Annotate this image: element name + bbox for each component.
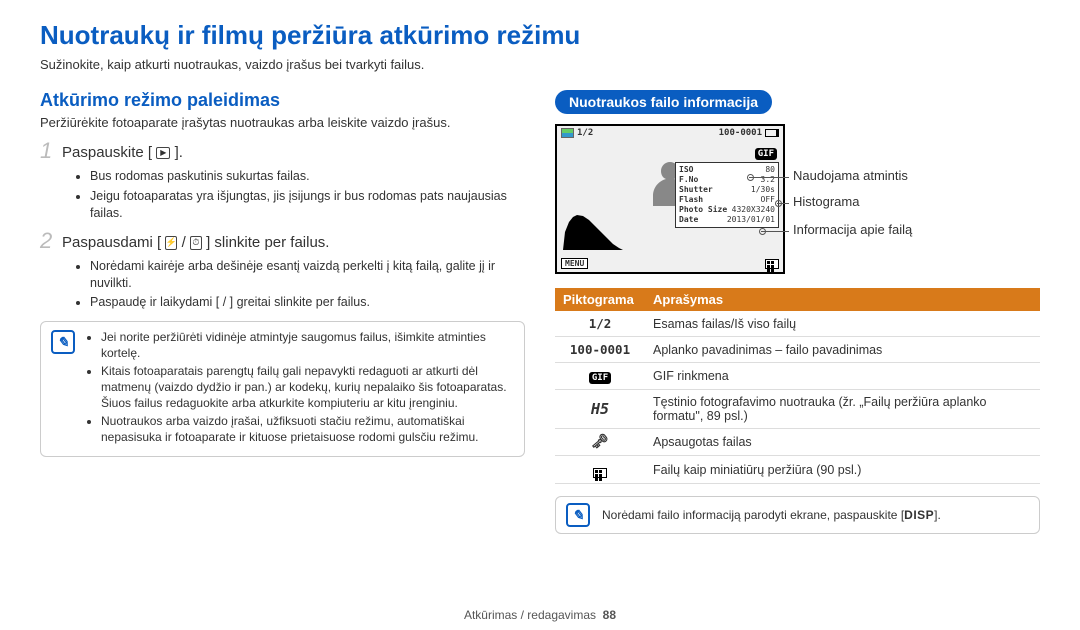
icon-cell: H5: [555, 390, 645, 429]
file-info-panel: ISO80 F.No3.2 Shutter1/30s FlashOFF Phot…: [675, 162, 779, 228]
callout-text-end: ].: [934, 508, 941, 522]
gif-icon: GIF: [589, 372, 611, 384]
table-row: H5 Tęstinio fotografavimo nuotrauka (žr.…: [555, 390, 1040, 429]
lcd-diagram: 1/2 100-0001 GIF 🗝 ISO80 F.No3.2: [555, 124, 1040, 274]
leader-fileinfo: Informacija apie failą: [793, 222, 1043, 237]
battery-icon: [765, 129, 779, 137]
gif-badge-icon: GIF: [755, 148, 777, 160]
list-item: Jeigu fotoaparatas yra išjungtas, jis įs…: [90, 188, 525, 222]
step2-bullets: Norėdami kairėje arba dešinėje esantį va…: [90, 258, 525, 312]
callout-item: Nuotraukos arba vaizdo įrašai, užfiksuot…: [101, 414, 514, 445]
thumbnail-icon: [593, 468, 607, 478]
histogram-icon: [563, 212, 623, 250]
step-2: 2 Paspausdami [ ⚡ / ⏱ ] slinkite per fai…: [40, 230, 525, 252]
scenery-icon: [561, 128, 574, 138]
icon-cell: [555, 456, 645, 484]
desc-cell: Aplanko pavadinimas – failo pavadinimas: [645, 337, 1040, 363]
desc-cell: Apsaugotas failas: [645, 429, 1040, 456]
desc-cell: GIF rinkmena: [645, 363, 1040, 390]
callout-text: Norėdami failo informaciją parodyti ekra…: [602, 508, 904, 522]
flash-icon: ⚡: [165, 236, 177, 250]
thumbnail-grid-icon: [765, 259, 779, 269]
lock-icon: 🗝: [591, 434, 609, 450]
left-column: Atkūrimo režimo paleidimas Peržiūrėkite …: [40, 90, 525, 534]
table-row: Failų kaip miniatiūrų peržiūra (90 psl.): [555, 456, 1040, 484]
page-footer: Atkūrimas / redagavimas 88: [0, 608, 1080, 622]
list-item: Bus rodomas paskutinis sukurtas failas.: [90, 168, 525, 185]
icon-description-table: Piktograma Aprašymas 1/2 Esamas failas/I…: [555, 288, 1040, 484]
step-1: 1 Paspauskite [ ▶ ].: [40, 140, 525, 162]
callout-item: Kitais fotoaparatais parengtų failų gali…: [101, 364, 514, 411]
step2-mid: /: [182, 234, 186, 251]
page-number: 88: [603, 608, 616, 622]
step-number: 1: [40, 140, 62, 162]
section-sub: Peržiūrėkite fotoaparate įrašytas nuotra…: [40, 115, 525, 130]
footer-section: Atkūrimas / redagavimas: [464, 608, 596, 622]
pill-heading: Nuotraukos failo informacija: [555, 90, 772, 114]
desc-cell: Failų kaip miniatiūrų peržiūra (90 psl.): [645, 456, 1040, 484]
lcd-screen: 1/2 100-0001 GIF 🗝 ISO80 F.No3.2: [555, 124, 785, 274]
step1-text-pre: Paspauskite [: [62, 144, 152, 161]
list-item: Norėdami kairėje arba dešinėje esantį va…: [90, 258, 525, 292]
table-row: 🗝 Apsaugotas failas: [555, 429, 1040, 456]
step2-pre: Paspausdami [: [62, 234, 161, 251]
list-item: Paspaudę ir laikydami [ / ] greitai slin…: [90, 294, 525, 311]
page-subtitle: Sužinokite, kaip atkurti nuotraukas, vai…: [40, 57, 1040, 72]
table-header-icon: Piktograma: [555, 288, 645, 311]
table-row: 1/2 Esamas failas/Iš viso failų: [555, 311, 1040, 337]
desc-cell: Esamas failas/Iš viso failų: [645, 311, 1040, 337]
disp-key-label: DISP: [904, 508, 934, 522]
step2-post: ] slinkite per failus.: [206, 234, 329, 251]
info-icon: ✎: [566, 503, 590, 527]
folder-file-name: 100-0001: [719, 128, 762, 138]
playback-icon: ▶: [156, 147, 170, 159]
page-title: Nuotraukų ir filmų peržiūra atkūrimo rež…: [40, 20, 1040, 51]
table-row: GIF GIF rinkmena: [555, 363, 1040, 390]
bottom-callout: ✎ Norėdami failo informaciją parodyti ek…: [555, 496, 1040, 534]
leader-memory: Naudojama atmintis: [793, 168, 1043, 183]
icon-cell: 100-0001: [555, 337, 645, 363]
table-header-desc: Aprašymas: [645, 288, 1040, 311]
leader-histogram: Histograma: [793, 194, 1043, 209]
file-counter: 1/2: [577, 128, 593, 138]
section-heading: Atkūrimo režimo paleidimas: [40, 90, 525, 111]
icon-cell: 🗝: [555, 429, 645, 456]
icon-cell: GIF: [555, 363, 645, 390]
burst-icon: H5: [591, 400, 609, 418]
step1-bullets: Bus rodomas paskutinis sukurtas failas. …: [90, 168, 525, 222]
desc-cell: Tęstinio fotografavimo nuotrauka (žr. „F…: [645, 390, 1040, 429]
icon-cell: 1/2: [555, 311, 645, 337]
step-number: 2: [40, 230, 62, 252]
callout-item: Jei norite peržiūrėti vidinėje atmintyje…: [101, 330, 514, 361]
right-column: Nuotraukos failo informacija 1/2 100-000…: [555, 90, 1040, 534]
menu-button: MENU: [561, 258, 588, 269]
table-row: 100-0001 Aplanko pavadinimas – failo pav…: [555, 337, 1040, 363]
timer-icon: ⏱: [190, 236, 202, 250]
step1-text-post: ].: [175, 144, 183, 161]
info-icon: ✎: [51, 330, 75, 354]
info-callout: ✎ Jei norite peržiūrėti vidinėje atminty…: [40, 321, 525, 457]
